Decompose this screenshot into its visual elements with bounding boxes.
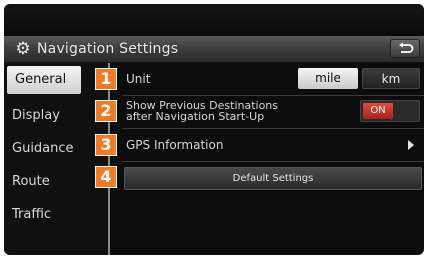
row-divider: [122, 95, 424, 96]
default-settings-row: Default Settings: [122, 164, 424, 192]
chevron-right-icon: [408, 140, 414, 150]
unit-row: Unit mile km: [122, 65, 424, 93]
sidebar-item-general[interactable]: General: [7, 66, 81, 94]
previous-destinations-label: Show Previous Destinations after Navigat…: [126, 99, 279, 123]
unit-mile-button[interactable]: mile: [298, 68, 358, 89]
default-settings-button[interactable]: Default Settings: [124, 167, 422, 190]
gps-information-row[interactable]: GPS Information: [122, 131, 424, 159]
back-button[interactable]: [390, 39, 420, 58]
row-divider: [122, 128, 424, 129]
sidebar-item-guidance[interactable]: Guidance: [4, 135, 108, 163]
page-title: Navigation Settings: [37, 41, 179, 57]
screen-frame: ⚙ Navigation Settings General Display Gu…: [4, 4, 424, 255]
previous-destinations-toggle[interactable]: ON: [360, 100, 420, 122]
unit-label: Unit: [126, 72, 151, 86]
back-arrow-icon: [399, 42, 414, 53]
sidebar-item-traffic[interactable]: Traffic: [4, 201, 108, 229]
callout-badge-4: 4: [95, 166, 117, 188]
sidebar-divider: [108, 63, 110, 255]
previous-destinations-row: Show Previous Destinations after Navigat…: [122, 97, 424, 125]
title-bar: ⚙ Navigation Settings: [4, 36, 424, 63]
callout-badge-2: 2: [95, 100, 117, 122]
sidebar-item-display[interactable]: Display: [4, 102, 108, 130]
row-divider: [122, 161, 424, 162]
toggle-on-state: ON: [363, 103, 393, 119]
unit-km-button[interactable]: km: [362, 68, 420, 89]
gps-information-label: GPS Information: [126, 138, 224, 152]
gear-icon: ⚙: [15, 39, 31, 59]
callout-badge-3: 3: [95, 134, 117, 156]
callout-badge-1: 1: [95, 68, 117, 90]
sidebar-item-route[interactable]: Route: [4, 168, 108, 196]
top-bezel: [4, 4, 424, 36]
sidebar: General Display Guidance Route Traffic: [4, 63, 108, 255]
